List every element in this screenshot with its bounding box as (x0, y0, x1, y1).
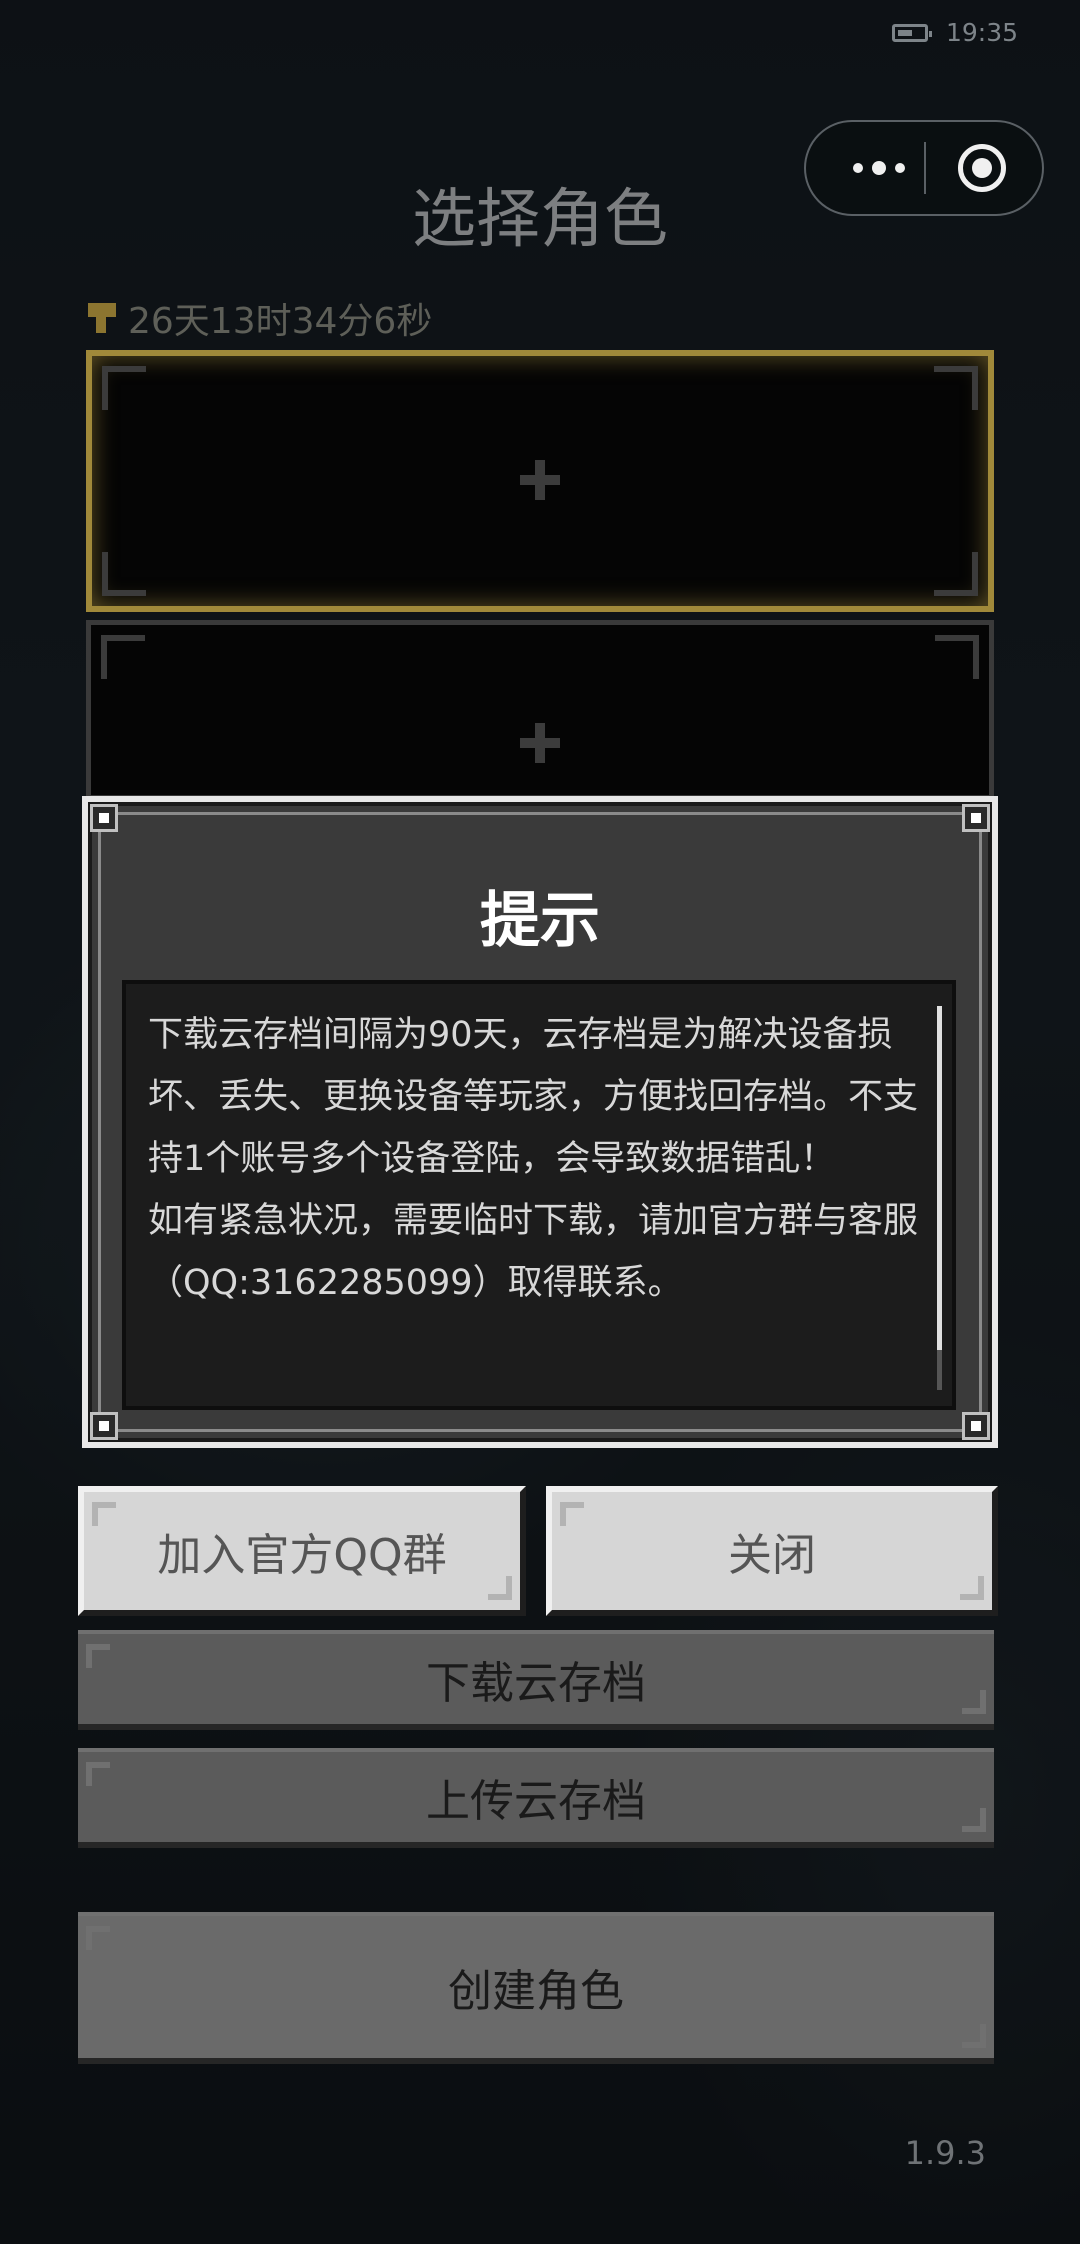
upload-label: 上传云存档 (426, 1776, 646, 1827)
download-label: 下载云存档 (426, 1658, 646, 1709)
key-icon (88, 303, 116, 333)
dialog-title: 提示 (480, 886, 600, 956)
frame-corner-ornament (962, 1412, 990, 1440)
download-cloud-save-button[interactable]: 下载云存档 (78, 1630, 994, 1730)
frame-corner-ornament (962, 804, 990, 832)
close-button[interactable]: 关闭 (546, 1486, 998, 1616)
page-title: 选择角色 (412, 183, 668, 257)
plus-icon (520, 460, 560, 500)
status-bar: 19:35 (891, 18, 1018, 47)
character-slot-1[interactable] (86, 350, 994, 612)
create-character-button[interactable]: 创建角色 (78, 1912, 994, 2064)
create-label: 创建角色 (448, 1966, 624, 2017)
message-paragraph: 下载云存档间隔为90天，云存档是为解决设备损坏、丢失、更换设备等玩家，方便找回存… (148, 1015, 919, 1179)
timer-text: 26天13时34分6秒 (128, 301, 433, 342)
upload-cloud-save-button[interactable]: 上传云存档 (78, 1748, 994, 1848)
scrollbar-track (937, 1350, 942, 1390)
plus-icon (520, 723, 560, 763)
frame-corner-ornament (90, 804, 118, 832)
dialog-message[interactable]: 下载云存档间隔为90天，云存档是为解决设备损坏、丢失、更换设备等玩家，方便找回存… (122, 980, 956, 1410)
battery-icon (891, 23, 932, 42)
message-paragraph: 如有紧急状况，需要临时下载，请加官方群与客服（QQ:3162285099）取得联… (148, 1201, 919, 1303)
notice-dialog: 提示 下载云存档间隔为90天，云存档是为解决设备损坏、丢失、更换设备等玩家，方便… (82, 796, 998, 1448)
frame-corner-ornament (90, 1412, 118, 1440)
version-label: 1.9.3 (904, 2134, 986, 2172)
character-slot-2[interactable] (86, 620, 994, 800)
cooldown-timer: 26天13时34分6秒 (88, 292, 432, 344)
join-qq-group-label: 加入官方QQ群 (157, 1530, 447, 1581)
join-qq-group-button[interactable]: 加入官方QQ群 (78, 1486, 526, 1616)
close-label: 关闭 (728, 1530, 816, 1581)
scrollbar-thumb[interactable] (937, 1006, 942, 1350)
status-time: 19:35 (945, 18, 1018, 47)
